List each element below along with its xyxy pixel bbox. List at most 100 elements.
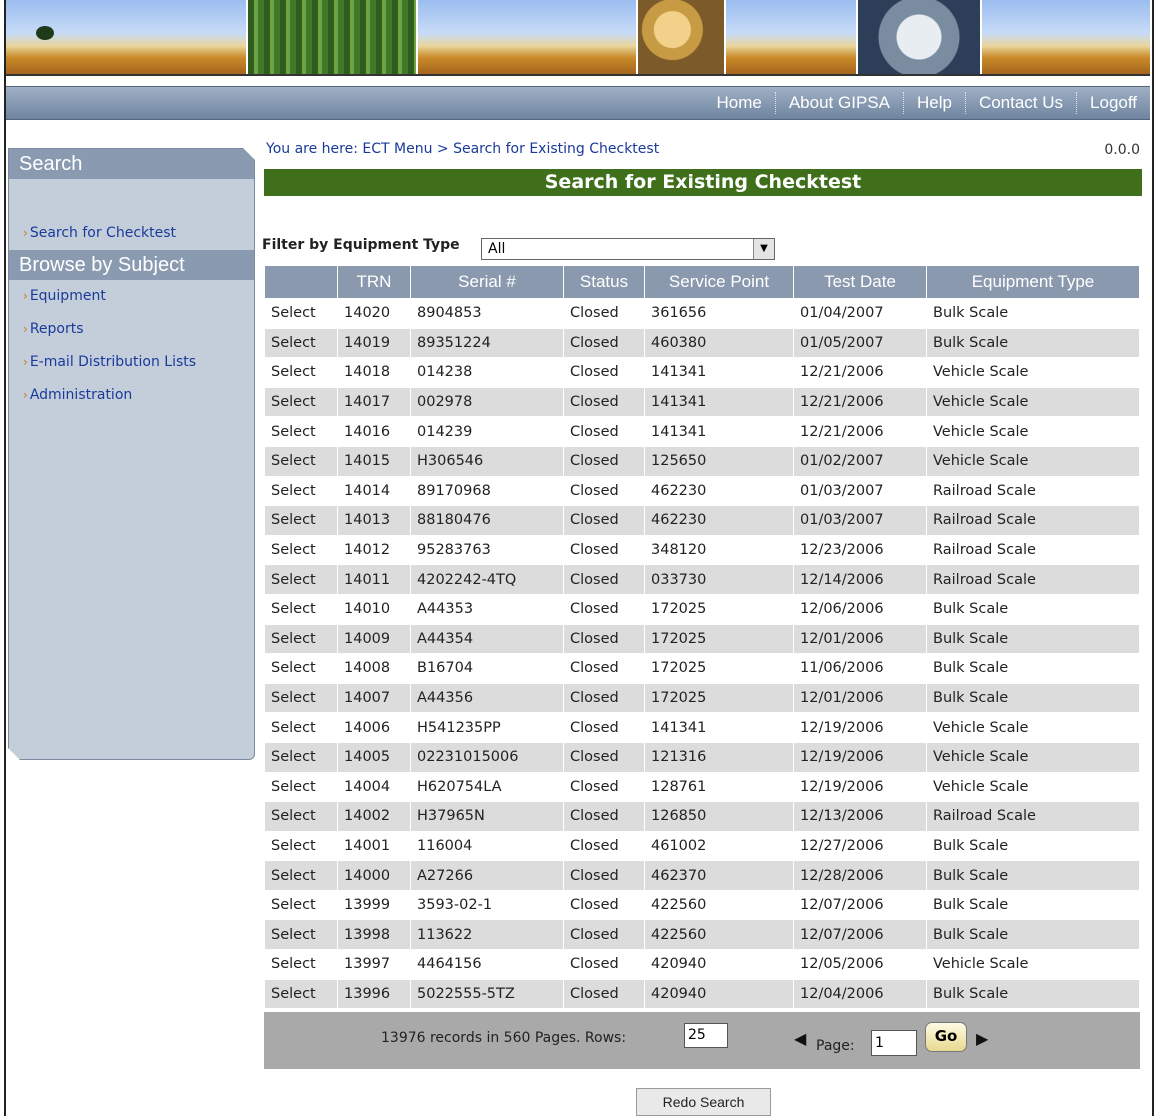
- cell-test-date: 01/02/2007: [793, 445, 927, 477]
- chevron-down-icon[interactable]: ▼: [753, 239, 774, 259]
- go-button[interactable]: Go: [925, 1022, 967, 1052]
- cell-service-point: 121316: [644, 741, 794, 773]
- select-link[interactable]: Select: [264, 623, 338, 655]
- cell-equipment-type: Bulk Scale: [926, 623, 1140, 655]
- select-link[interactable]: Select: [264, 505, 338, 536]
- breadcrumb[interactable]: You are here: ECT Menu > Search for Exis…: [266, 141, 659, 157]
- cell-test-date: 12/07/2006: [793, 889, 927, 921]
- select-link[interactable]: Select: [264, 475, 338, 507]
- cell-serial: 88180476: [410, 505, 564, 536]
- sidebar-item-equipment[interactable]: › Equipment: [9, 280, 254, 313]
- select-link[interactable]: Select: [264, 445, 338, 477]
- select-link[interactable]: Select: [264, 298, 338, 329]
- column-header-test-date[interactable]: Test Date: [793, 265, 927, 299]
- sidebar-item-email-lists[interactable]: › E-mail Distribution Lists: [9, 346, 254, 379]
- table-row: Select 14020 8904853 Closed 361656 01/04/2007…: [264, 298, 1140, 329]
- cell-status: Closed: [563, 357, 645, 388]
- cell-serial: 89170968: [410, 475, 564, 507]
- cell-serial: 113622: [410, 919, 564, 951]
- table-header-row: TRN Serial # Status Service Point Test D…: [264, 265, 1140, 299]
- cell-trn: 14001: [337, 830, 411, 862]
- sidebar-search-header: Search: [9, 149, 254, 179]
- cell-trn: 14017: [337, 386, 411, 418]
- cell-serial: 3593-02-1: [410, 889, 564, 921]
- select-link[interactable]: Select: [264, 327, 338, 359]
- table-row: Select 14000 A27266 Closed 462370 12/28/2006 B…: [264, 860, 1140, 891]
- select-link[interactable]: Select: [264, 416, 338, 447]
- cell-service-point: 462370: [644, 860, 794, 891]
- cell-service-point: 462230: [644, 505, 794, 536]
- table-row: Select 14015 H306546 Closed 125650 01/02/2007…: [264, 445, 1140, 477]
- cell-trn: 14016: [337, 416, 411, 447]
- select-link[interactable]: Select: [264, 949, 338, 980]
- sidebar-item-search-checktest[interactable]: › Search for Checktest: [9, 217, 254, 250]
- prev-page-icon[interactable]: ◀: [794, 1029, 806, 1048]
- cell-trn: 13996: [337, 978, 411, 1010]
- cell-test-date: 12/28/2006: [793, 860, 927, 891]
- cell-service-point: 172025: [644, 653, 794, 684]
- cell-equipment-type: Bulk Scale: [926, 830, 1140, 862]
- cell-test-date: 12/23/2006: [793, 534, 927, 566]
- cell-service-point: 420940: [644, 949, 794, 980]
- select-link[interactable]: Select: [264, 860, 338, 891]
- nav-contact-us[interactable]: Contact Us: [964, 92, 1076, 114]
- select-link[interactable]: Select: [264, 830, 338, 862]
- cell-equipment-type: Railroad Scale: [926, 801, 1140, 832]
- column-header-serial[interactable]: Serial #: [410, 265, 564, 299]
- equipment-type-select[interactable]: All ▼: [481, 238, 775, 260]
- cell-trn: 14018: [337, 357, 411, 388]
- cell-test-date: 01/03/2007: [793, 475, 927, 507]
- nav-home[interactable]: Home: [703, 92, 774, 114]
- cell-equipment-type: Bulk Scale: [926, 889, 1140, 921]
- select-link[interactable]: Select: [264, 712, 338, 743]
- cell-serial: 4202242-4TQ: [410, 564, 564, 595]
- select-link[interactable]: Select: [264, 978, 338, 1010]
- select-link[interactable]: Select: [264, 682, 338, 714]
- cell-trn: 13997: [337, 949, 411, 980]
- select-link[interactable]: Select: [264, 357, 338, 388]
- cell-status: Closed: [563, 445, 645, 477]
- cell-trn: 14006: [337, 712, 411, 743]
- cell-serial: A44356: [410, 682, 564, 714]
- sidebar-item-reports[interactable]: › Reports: [9, 313, 254, 346]
- cell-trn: 14009: [337, 623, 411, 655]
- page-number-input[interactable]: 1: [871, 1030, 917, 1056]
- table-row: Select 14018 014238 Closed 141341 12/21/2006 V…: [264, 357, 1140, 388]
- cell-test-date: 01/04/2007: [793, 298, 927, 329]
- select-link[interactable]: Select: [264, 889, 338, 921]
- cell-serial: H306546: [410, 445, 564, 477]
- column-header-equipment-type[interactable]: Equipment Type: [926, 265, 1140, 299]
- cell-equipment-type: Vehicle Scale: [926, 741, 1140, 773]
- next-page-icon[interactable]: ▶: [976, 1029, 988, 1048]
- select-link[interactable]: Select: [264, 593, 338, 625]
- select-link[interactable]: Select: [264, 771, 338, 803]
- select-link[interactable]: Select: [264, 801, 338, 832]
- select-link[interactable]: Select: [264, 741, 338, 773]
- select-link[interactable]: Select: [264, 653, 338, 684]
- cell-status: Closed: [563, 889, 645, 921]
- select-link[interactable]: Select: [264, 386, 338, 418]
- select-link[interactable]: Select: [264, 564, 338, 595]
- sidebar-item-administration[interactable]: › Administration: [9, 379, 254, 412]
- cell-status: Closed: [563, 564, 645, 595]
- arrow-icon: ›: [23, 289, 28, 303]
- cell-service-point: 141341: [644, 386, 794, 418]
- cell-equipment-type: Bulk Scale: [926, 593, 1140, 625]
- cell-service-point: 172025: [644, 623, 794, 655]
- column-header-service-point[interactable]: Service Point: [644, 265, 794, 299]
- table-row: Select 14016 014239 Closed 141341 12/21/2006 V…: [264, 416, 1140, 447]
- nav-about-gipsa[interactable]: About GIPSA: [774, 92, 903, 114]
- nav-logoff[interactable]: Logoff: [1076, 92, 1150, 114]
- cell-equipment-type: Vehicle Scale: [926, 712, 1140, 743]
- cell-serial: 002978: [410, 386, 564, 418]
- cell-test-date: 12/14/2006: [793, 564, 927, 595]
- rows-per-page-input[interactable]: 25: [684, 1023, 728, 1048]
- redo-search-button[interactable]: Redo Search: [636, 1088, 771, 1116]
- select-link[interactable]: Select: [264, 919, 338, 951]
- cell-service-point: 422560: [644, 889, 794, 921]
- nav-help[interactable]: Help: [902, 92, 965, 114]
- column-header-trn[interactable]: TRN: [337, 265, 411, 299]
- select-link[interactable]: Select: [264, 534, 338, 566]
- cell-trn: 14011: [337, 564, 411, 595]
- column-header-status[interactable]: Status: [563, 265, 645, 299]
